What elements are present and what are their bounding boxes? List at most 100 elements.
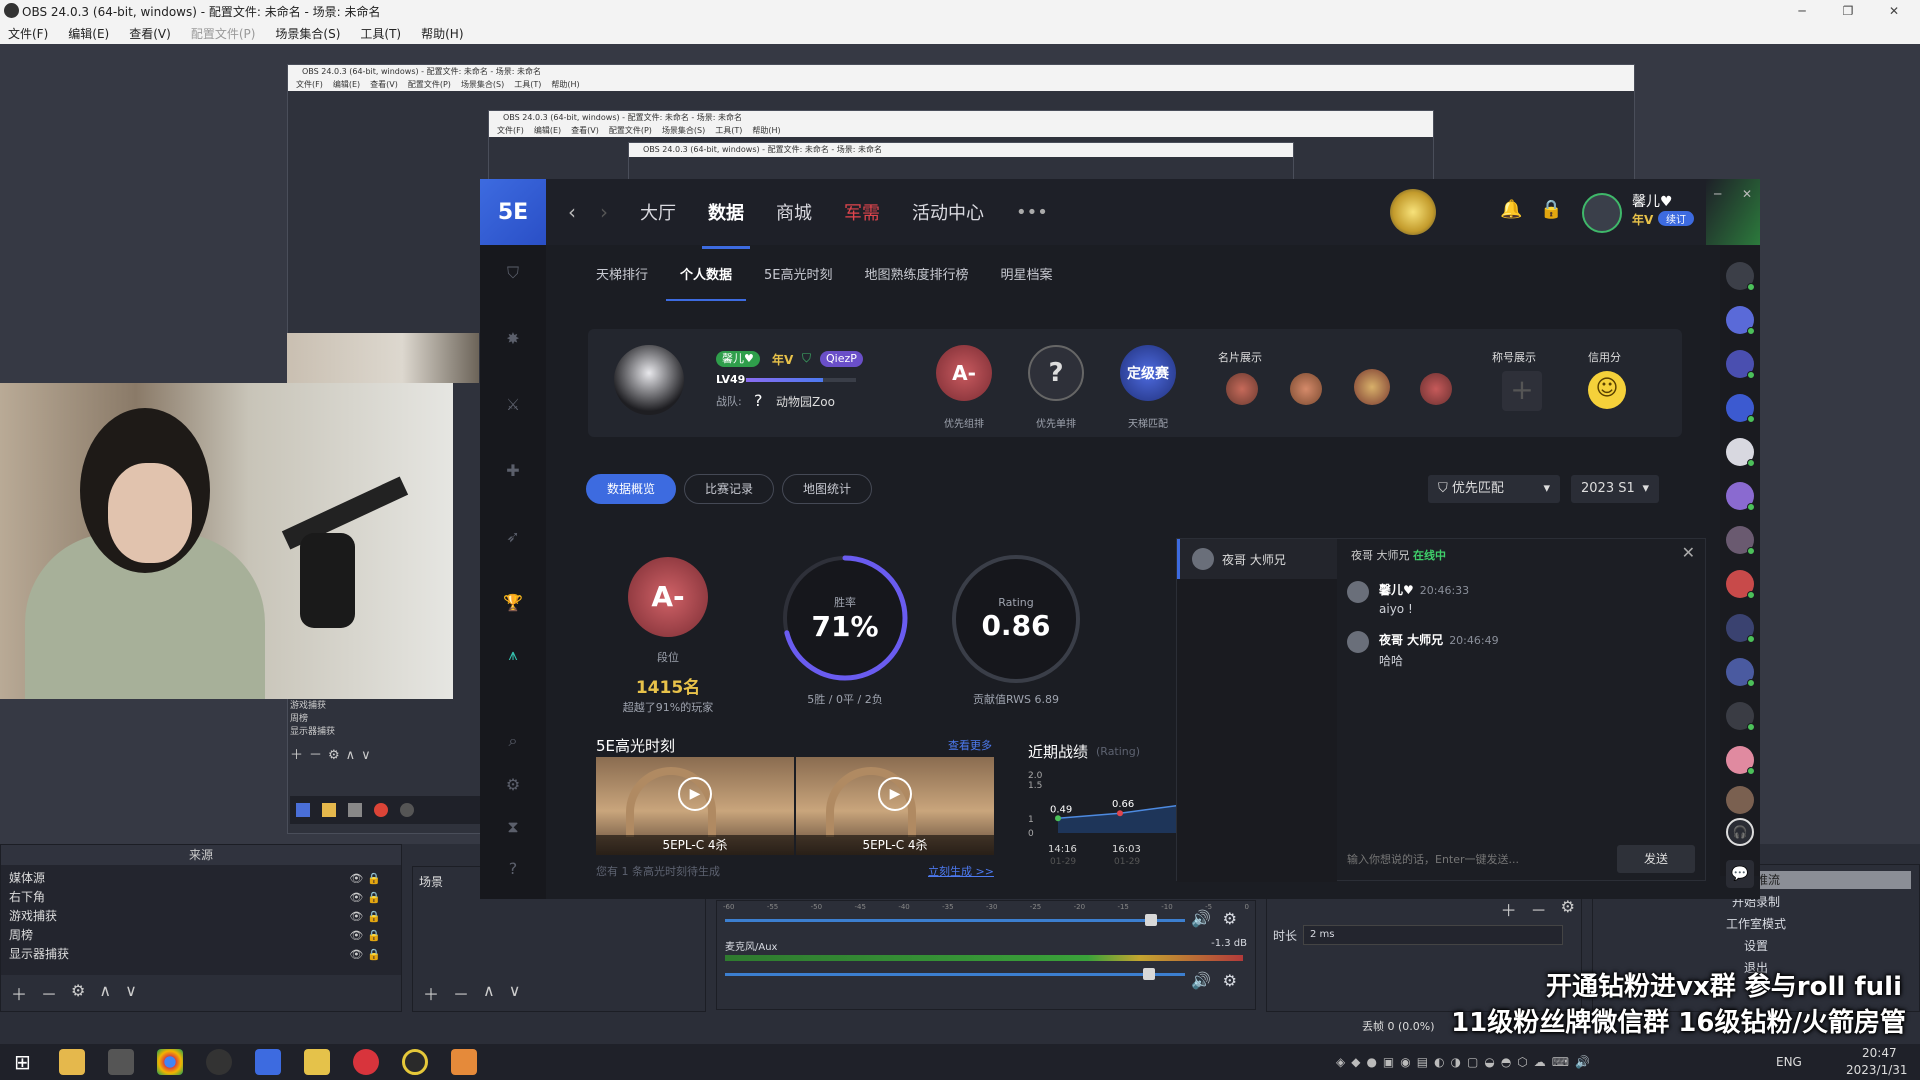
mixer-settings-icon[interactable]: ⚙ (1223, 971, 1237, 990)
scene-up-icon[interactable]: ∧ (483, 981, 495, 1005)
source-settings-icon[interactable]: ⚙ (71, 981, 85, 1005)
tab-star-profile[interactable]: 明星档案 (1001, 264, 1053, 283)
tab-match-history[interactable]: 比赛记录 (684, 474, 775, 504)
friend-avatar[interactable] (1726, 526, 1755, 555)
friend-avatar[interactable] (1726, 786, 1754, 814)
plugin-icon[interactable]: ✚ (503, 461, 523, 481)
card-badge-2[interactable] (1290, 373, 1322, 405)
friend-avatar[interactable] (1726, 438, 1755, 467)
puzzle-icon[interactable]: ✸ (503, 329, 523, 349)
profile-avatar[interactable] (614, 345, 684, 415)
chat-contact[interactable]: 夜哥 大师兄 (1177, 539, 1337, 579)
nav-store[interactable]: 商城 (776, 199, 812, 225)
friend-avatar[interactable] (1726, 614, 1755, 643)
card-badge-1[interactable] (1226, 373, 1258, 405)
source-item[interactable]: 游戏捕获 👁🔒 (1, 907, 401, 926)
speaker-icon[interactable]: 🔊 (1191, 971, 1211, 990)
rank-badge-group[interactable]: A- (936, 345, 992, 401)
source-item[interactable]: 媒体源 👁🔒 (1, 869, 401, 888)
tab-map-stats[interactable]: 地图统计 (782, 474, 873, 504)
menu-edit[interactable]: 编辑(E) (68, 25, 109, 42)
generate-highlight-link[interactable]: 立刻生成 >> (928, 863, 994, 879)
menu-help[interactable]: 帮助(H) (421, 25, 463, 42)
season-dropdown[interactable]: 2023 S1 ▾ (1571, 475, 1659, 503)
rank-badge-solo[interactable]: ? (1028, 345, 1084, 401)
remove-scene-icon[interactable]: － (453, 981, 469, 1005)
nav-lobby[interactable]: 大厅 (640, 199, 676, 225)
forward-arrow-icon[interactable]: › (588, 200, 620, 224)
move-down-icon[interactable]: ∨ (125, 981, 137, 1005)
nav-more[interactable]: ••• (1016, 202, 1048, 223)
friend-avatar[interactable] (1726, 350, 1755, 379)
source-item[interactable]: 右下角 👁🔒 (1, 888, 401, 907)
settings-button[interactable]: 设置 (1601, 937, 1911, 955)
transition-settings-icon[interactable]: ⚙ (1561, 897, 1575, 921)
play-icon[interactable]: ▶ (878, 777, 912, 811)
5e-logo[interactable]: 5E (480, 179, 546, 245)
friend-avatar[interactable] (1726, 658, 1755, 687)
studio-mode-button[interactable]: 工作室模式 (1601, 915, 1911, 933)
friend-avatar[interactable] (1726, 262, 1755, 291)
visibility-lock-icons[interactable]: 👁🔒 (349, 888, 385, 907)
add-source-icon[interactable]: ＋ (11, 981, 27, 1005)
mic-volume-slider[interactable] (725, 968, 1185, 980)
file-explorer-icon[interactable] (58, 1049, 85, 1075)
tab-highlights[interactable]: 5E高光时刻 (764, 264, 833, 283)
search-icon[interactable]: ⌕ (503, 731, 523, 751)
mode-filter-dropdown[interactable]: ⛉ 优先匹配 ▾ (1428, 475, 1560, 503)
highlight-clip[interactable]: ▶ 5EPL-C 4杀 (596, 757, 794, 855)
add-title-icon[interactable]: + (1502, 371, 1542, 411)
nav-data[interactable]: 数据 (702, 199, 750, 249)
visibility-lock-icons[interactable]: 👁🔒 (349, 945, 385, 964)
data-stats-icon[interactable]: ⩚ (503, 645, 523, 665)
friend-avatar[interactable] (1726, 570, 1755, 599)
owl-app-icon[interactable] (303, 1049, 330, 1075)
visibility-lock-icons[interactable]: 👁🔒 (349, 869, 385, 888)
volume-knob[interactable] (1143, 968, 1155, 980)
maximize-button[interactable]: ❐ (1828, 0, 1868, 22)
window-close-icon[interactable]: ✕ (1742, 187, 1752, 201)
user-avatar[interactable] (1582, 193, 1622, 233)
close-window-button[interactable]: ✕ (1874, 0, 1914, 22)
system-tray-icons[interactable]: ◈◆●▣◉▤◐◑▢◒◓⬡☁⌨🔊 (1336, 1055, 1596, 1069)
menu-file[interactable]: 文件(F) (8, 25, 48, 42)
shield-icon[interactable]: ⛉ (503, 263, 523, 283)
desktop-volume-slider[interactable] (725, 914, 1185, 926)
source-item[interactable]: 周榜 👁🔒 (1, 926, 401, 945)
steam-like-icon[interactable] (205, 1049, 232, 1075)
chrome-icon[interactable] (156, 1049, 183, 1075)
friend-avatar[interactable] (1726, 746, 1755, 775)
data-point[interactable] (1055, 815, 1061, 822)
add-transition-icon[interactable]: ＋ (1501, 897, 1517, 921)
friend-avatar[interactable] (1726, 702, 1755, 731)
rocket-icon[interactable]: ➶ (503, 527, 523, 547)
friend-avatar[interactable] (1726, 482, 1755, 511)
help-icon[interactable]: ? (503, 859, 523, 879)
input-language[interactable]: ENG (1776, 1055, 1802, 1069)
window-minimize-icon[interactable]: ─ (1714, 187, 1721, 201)
friend-avatar[interactable] (1726, 394, 1755, 423)
chat-bubble-icon[interactable]: 💬 (1726, 860, 1754, 888)
duration-input[interactable]: 2 ms (1303, 925, 1564, 945)
renew-badge[interactable]: 续订 (1658, 211, 1694, 226)
volume-knob[interactable] (1145, 914, 1157, 926)
tab-ladder-rank[interactable]: 天梯排行 (596, 264, 648, 283)
hourglass-icon[interactable]: ⧗ (503, 817, 523, 837)
speaker-icon[interactable]: 🔊 (1191, 909, 1211, 928)
settings-gear-icon[interactable]: ⚙ (503, 775, 523, 795)
add-scene-icon[interactable]: ＋ (423, 981, 439, 1005)
card-badge-4[interactable] (1420, 373, 1452, 405)
nav-supply[interactable]: 军需 (844, 199, 880, 225)
nav-events[interactable]: 活动中心 (912, 199, 984, 225)
mixer-settings-icon[interactable]: ⚙ (1223, 909, 1237, 928)
headset-icon[interactable]: 🎧 (1726, 818, 1754, 846)
team-name[interactable]: 动物园Zoo (776, 393, 835, 410)
minimize-button[interactable]: ─ (1782, 0, 1822, 22)
scene-down-icon[interactable]: ∨ (509, 981, 521, 1005)
trophy-icon[interactable]: 🏆 (503, 593, 523, 613)
move-up-icon[interactable]: ∧ (99, 981, 111, 1005)
tab-personal-data[interactable]: 个人数据 (666, 264, 747, 301)
back-arrow-icon[interactable]: ‹ (556, 200, 588, 224)
bell-icon[interactable]: 🔔 (1500, 199, 1522, 220)
menu-view[interactable]: 查看(V) (129, 25, 171, 42)
